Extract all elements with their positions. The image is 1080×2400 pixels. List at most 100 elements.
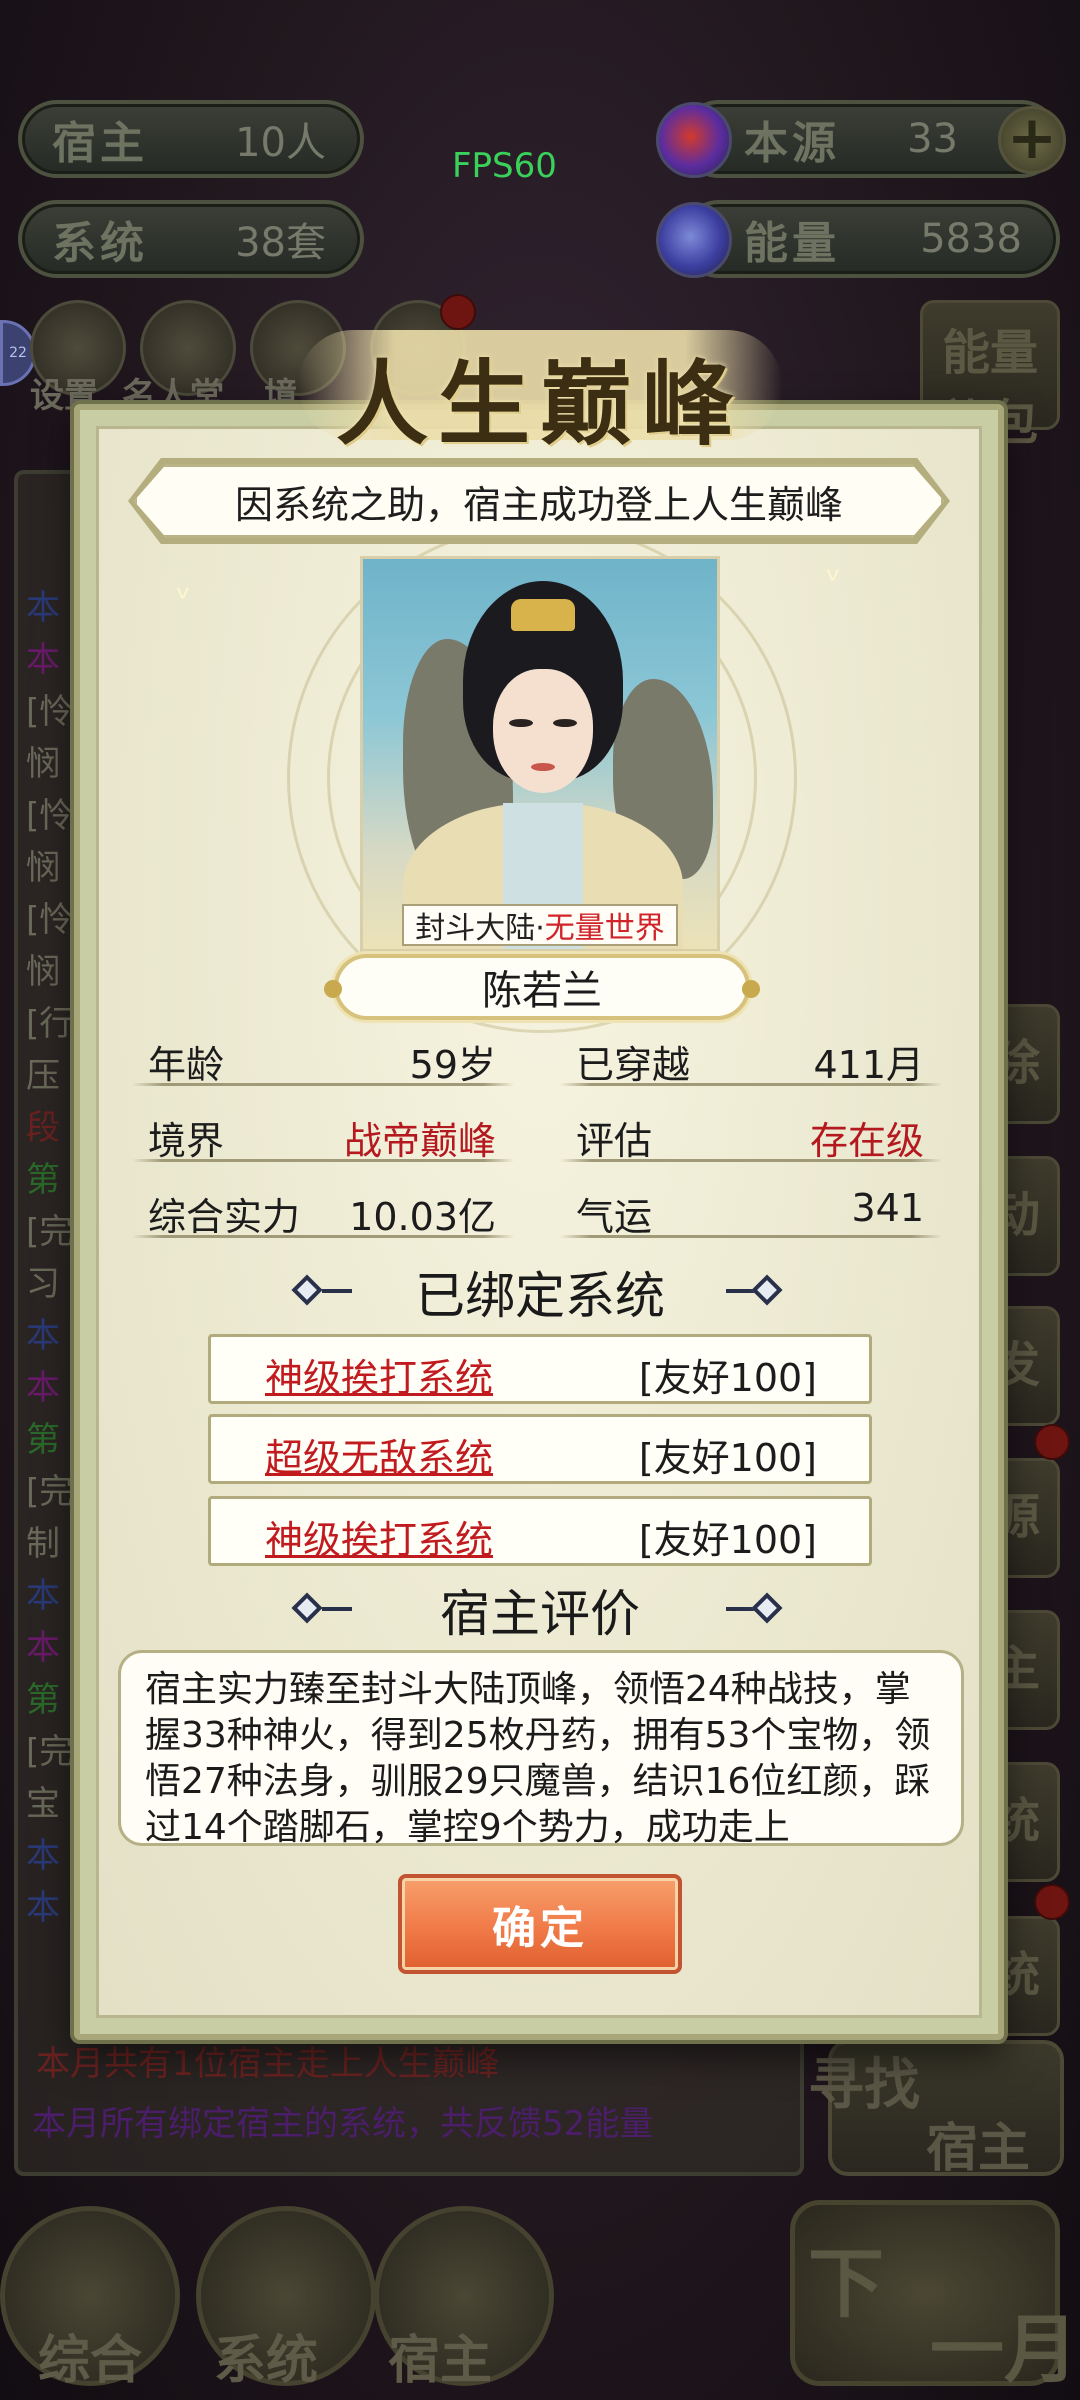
host-eval-text[interactable]: 宿主实力臻至封斗大陆顶峰，领悟24种战技，掌握33种神火，得到25枚丹药，拥有5…: [118, 1650, 964, 1846]
stat-luck-label: 气运: [576, 1195, 653, 1239]
log-line: 第: [26, 1680, 60, 1720]
system-favor: [友好100]: [638, 1518, 817, 1562]
modal-title: 人生巅峰: [335, 350, 744, 458]
portrait-face: [493, 669, 593, 793]
log-line: 压: [26, 1056, 60, 1096]
system-name-link[interactable]: 神级挨打系统: [265, 1509, 493, 1564]
bird-decoration-left: ᵛ: [176, 578, 192, 619]
system-label: 系统: [52, 218, 148, 269]
stat-age-label: 年龄: [148, 1043, 225, 1087]
log-line: 本: [26, 1836, 60, 1876]
energy-orb-icon: [656, 202, 732, 278]
bound-system-row[interactable]: 神级挨打系统 [友好100]: [208, 1496, 872, 1566]
stat-divider: [560, 1235, 942, 1238]
seek-host-line1: 寻找: [808, 2053, 920, 2118]
log-line: [行: [26, 1004, 74, 1044]
origin-value: 33: [907, 116, 958, 162]
portrait-lips: [531, 763, 555, 771]
confirm-button[interactable]: 确定: [398, 1874, 682, 1974]
bound-systems-title: 已绑定系统: [415, 1267, 665, 1325]
notification-dot: [440, 294, 476, 330]
origin-orb-icon: [656, 102, 732, 178]
portrait-eye-right: [553, 719, 577, 727]
stat-power-value: 10.03亿: [349, 1195, 496, 1239]
log-line: 段: [26, 1108, 60, 1148]
stat-power: 综合实力 10.03亿: [128, 1178, 518, 1239]
log-line: [怜: [26, 900, 74, 940]
host-portrait: [360, 556, 720, 952]
diamond-ornament-right-icon: [726, 1274, 784, 1306]
seek-host-line2: 宿主: [926, 2119, 1031, 2179]
stat-divider: [132, 1083, 514, 1086]
next-month-line2: 一月: [930, 2307, 1078, 2393]
stat-age: 年龄 59岁: [128, 1026, 518, 1087]
energy-pill[interactable]: 能量 5838: [680, 200, 1060, 278]
log-line: 悯: [26, 952, 60, 992]
stat-luck-value: 341: [851, 1186, 924, 1230]
log-line: 悯: [26, 848, 60, 888]
modal-subtitle: 因系统之助，宿主成功登上人生巅峰: [134, 464, 944, 538]
stat-divider: [132, 1159, 514, 1162]
system-favor: [友好100]: [638, 1436, 817, 1480]
stat-age-value: 59岁: [409, 1043, 496, 1087]
stat-power-label: 综合实力: [148, 1195, 301, 1239]
log-line: 本: [26, 640, 60, 680]
log-line: 制: [26, 1524, 60, 1564]
log-line: [完: [26, 1212, 74, 1252]
log-summary-energy: 本月所有绑定宿主的系统，共反馈52能量: [32, 2104, 654, 2144]
stat-rating: 评估 存在级: [556, 1102, 946, 1163]
log-line: 本: [26, 588, 60, 628]
host-label: 宿主: [52, 118, 148, 169]
stat-realm-value: 战帝巅峰: [343, 1119, 496, 1163]
bound-system-row[interactable]: 超级无敌系统 [友好100]: [208, 1414, 872, 1484]
side-action-7-dot: [1034, 1884, 1070, 1920]
log-line: 宝: [26, 1784, 60, 1824]
energy-value: 5838: [920, 216, 1022, 262]
stat-traveled-value: 411月: [813, 1043, 924, 1087]
system-count: 38套: [235, 220, 326, 266]
nav-system-label: 系统: [214, 2331, 319, 2391]
origin-label: 本源: [744, 118, 840, 169]
system-name-link[interactable]: 超级无敌系统: [265, 1427, 493, 1482]
nav-overview-label: 综合: [38, 2331, 143, 2391]
world-tag: 封斗大陆· 无量世界: [402, 904, 678, 946]
log-line: 第: [26, 1420, 60, 1460]
log-summary-peak: 本月共有1位宿主走上人生巅峰: [36, 2044, 500, 2084]
log-line: 悯: [26, 744, 60, 784]
world-name: 封斗大陆·: [415, 911, 545, 946]
stat-traveled-label: 已穿越: [576, 1043, 691, 1087]
log-line: 本: [26, 1368, 60, 1408]
energy-label: 能量: [744, 218, 840, 269]
portrait-crown: [511, 599, 575, 631]
log-line: 本: [26, 1888, 60, 1928]
fps-counter: FPS60: [452, 146, 557, 186]
host-count-pill[interactable]: 宿主 10人: [18, 100, 364, 178]
log-line: [完: [26, 1472, 74, 1512]
stat-traveled: 已穿越 411月: [556, 1026, 946, 1087]
host-name-plate: 陈若兰: [324, 954, 760, 1020]
system-name-link[interactable]: 神级挨打系统: [265, 1347, 493, 1402]
side-action-4-dot: [1034, 1424, 1070, 1460]
stat-divider: [132, 1235, 514, 1238]
next-month-line1: 下: [808, 2239, 884, 2328]
world-tier: 无量世界: [544, 911, 665, 946]
nav-host-label: 宿主: [388, 2331, 493, 2391]
stat-divider: [560, 1159, 942, 1162]
bound-system-row[interactable]: 神级挨打系统 [友好100]: [208, 1334, 872, 1404]
system-favor: [友好100]: [638, 1356, 817, 1400]
system-count-pill[interactable]: 系统 38套: [18, 200, 364, 278]
stat-rating-label: 评估: [576, 1119, 653, 1163]
stat-realm: 境界 战帝巅峰: [128, 1102, 518, 1163]
portrait-eye-left: [509, 719, 533, 727]
host-count: 10人: [235, 120, 326, 166]
stat-luck: 气运 341: [556, 1178, 946, 1239]
add-origin-button[interactable]: +: [998, 106, 1066, 174]
bird-decoration-right: ᵛ: [826, 560, 842, 601]
stat-rating-value: 存在级: [809, 1119, 924, 1163]
stat-realm-label: 境界: [148, 1119, 225, 1163]
host-eval-title: 宿主评价: [440, 1585, 640, 1643]
diamond-ornament-right-icon: [726, 1592, 784, 1624]
log-line: [怜: [26, 796, 74, 836]
log-line: [完: [26, 1732, 74, 1772]
host-name: 陈若兰: [482, 968, 602, 1014]
